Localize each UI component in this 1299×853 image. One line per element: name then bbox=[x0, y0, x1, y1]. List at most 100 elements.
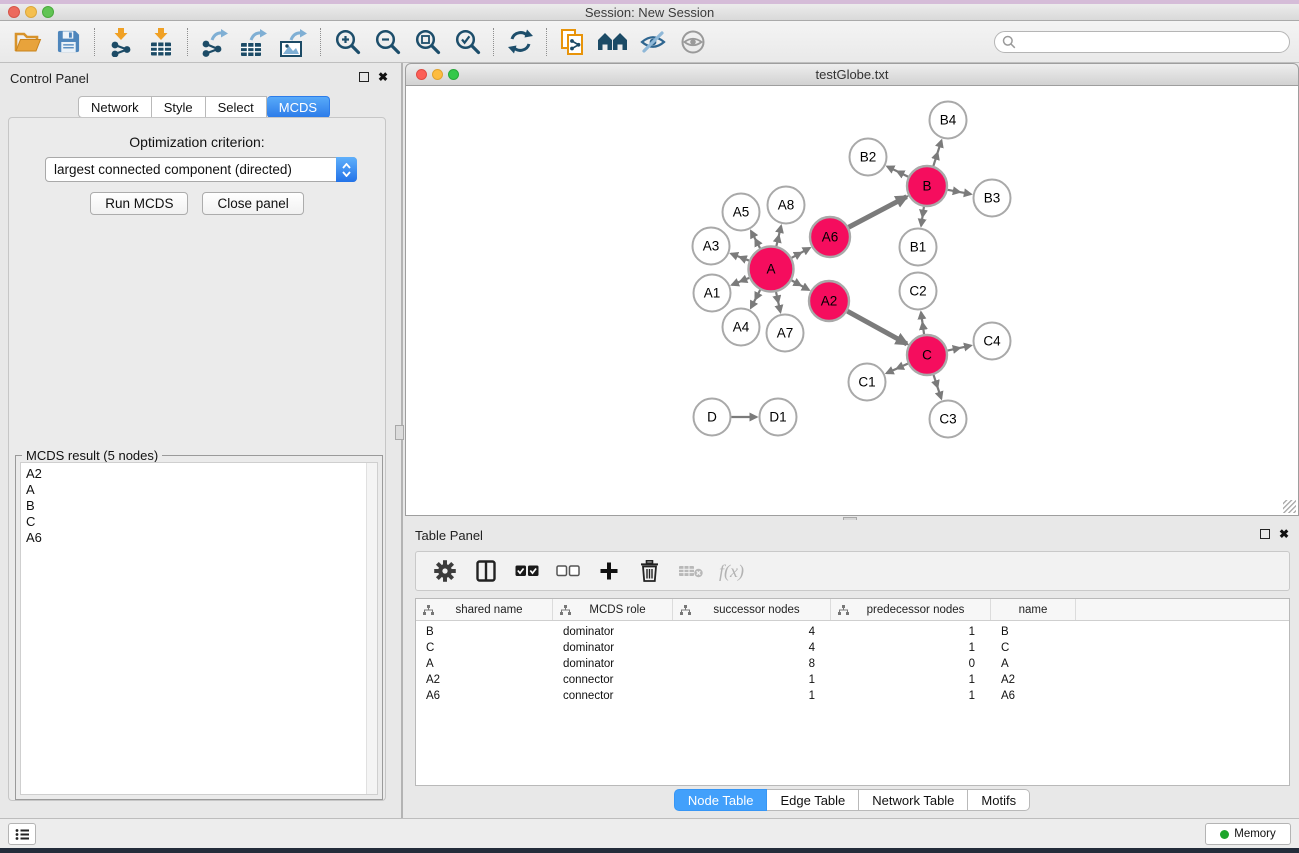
criterion-dropdown[interactable]: largest connected component (directed) bbox=[45, 157, 357, 182]
memory-button[interactable]: Memory bbox=[1205, 823, 1291, 845]
table-panel: Table Panel ✖ bbox=[405, 520, 1299, 818]
splitter-handle[interactable] bbox=[395, 425, 404, 440]
list-icon bbox=[15, 828, 30, 841]
search-box[interactable] bbox=[994, 31, 1290, 53]
import-network-button[interactable] bbox=[101, 24, 141, 60]
svg-text:B3: B3 bbox=[984, 191, 1001, 206]
export-network-button[interactable] bbox=[194, 24, 234, 60]
graph-node-C[interactable]: C bbox=[907, 335, 947, 375]
panel-splitter[interactable] bbox=[401, 63, 403, 818]
zoom-fit-button[interactable] bbox=[407, 24, 447, 60]
zoom-out-button[interactable] bbox=[367, 24, 407, 60]
svg-text:C4: C4 bbox=[983, 334, 1001, 349]
tab-network-table[interactable]: Network Table bbox=[859, 789, 968, 811]
graph-node-A2[interactable]: A2 bbox=[809, 281, 849, 321]
first-neighbors-button[interactable] bbox=[593, 24, 633, 60]
create-column-button[interactable] bbox=[590, 554, 627, 588]
zoom-in-button[interactable] bbox=[327, 24, 367, 60]
delete-table-icon bbox=[678, 564, 704, 578]
graph-node-C1[interactable]: C1 bbox=[849, 364, 886, 401]
table-row[interactable]: A2connector 11 A2 bbox=[416, 672, 1289, 688]
tab-edge-table[interactable]: Edge Table bbox=[767, 789, 859, 811]
show-panels-button[interactable] bbox=[8, 823, 36, 845]
import-table-button[interactable] bbox=[141, 24, 181, 60]
tab-style[interactable]: Style bbox=[152, 96, 206, 118]
graph-node-A3[interactable]: A3 bbox=[693, 228, 730, 265]
deselect-all-button[interactable] bbox=[549, 554, 586, 588]
delete-table-button[interactable] bbox=[672, 554, 709, 588]
mcds-result-box: MCDS result (5 nodes) A2 A B C A6 bbox=[15, 455, 383, 800]
result-item: A2 bbox=[26, 466, 377, 482]
show-all-button[interactable] bbox=[673, 24, 713, 60]
network-window-title: testGlobe.txt bbox=[406, 67, 1298, 82]
graph-node-A1[interactable]: A1 bbox=[694, 275, 731, 312]
control-panel-title: Control Panel bbox=[10, 71, 89, 86]
table-row[interactable]: A6connector 11 A6 bbox=[416, 688, 1289, 704]
node-table[interactable]: shared name MCDS role successor nodes pr… bbox=[415, 598, 1290, 786]
svg-text:A3: A3 bbox=[703, 239, 720, 254]
select-all-button[interactable] bbox=[508, 554, 545, 588]
new-network-from-selection-button[interactable] bbox=[553, 24, 593, 60]
zoom-out-icon bbox=[374, 28, 401, 55]
zoom-selected-button[interactable] bbox=[447, 24, 487, 60]
table-row[interactable]: Adominator 80 A bbox=[416, 656, 1289, 672]
graph-node-B1[interactable]: B1 bbox=[900, 229, 937, 266]
table-settings-button[interactable] bbox=[426, 554, 463, 588]
graph-node-D1[interactable]: D1 bbox=[760, 399, 797, 436]
graph-node-B[interactable]: B bbox=[907, 166, 947, 206]
graph-node-C3[interactable]: C3 bbox=[930, 401, 967, 438]
optimization-criterion-label: Optimization criterion: bbox=[9, 134, 385, 150]
tab-network[interactable]: Network bbox=[78, 96, 152, 118]
graph-node-A4[interactable]: A4 bbox=[723, 309, 760, 346]
save-session-button[interactable] bbox=[48, 24, 88, 60]
close-panel-icon[interactable]: ✖ bbox=[1279, 529, 1289, 539]
column-header-name[interactable]: name bbox=[991, 599, 1076, 620]
network-window-titlebar[interactable]: testGlobe.txt bbox=[405, 63, 1299, 86]
import-table-icon bbox=[148, 27, 174, 57]
search-input[interactable] bbox=[1016, 35, 1266, 49]
tab-motifs[interactable]: Motifs bbox=[968, 789, 1030, 811]
run-mcds-button[interactable]: Run MCDS bbox=[90, 192, 188, 215]
graph-node-B2[interactable]: B2 bbox=[850, 139, 887, 176]
graph-node-D[interactable]: D bbox=[694, 399, 731, 436]
result-scrollbar[interactable] bbox=[366, 463, 377, 794]
graph-node-B3[interactable]: B3 bbox=[974, 180, 1011, 217]
graph-node-A8[interactable]: A8 bbox=[768, 187, 805, 224]
tab-mcds[interactable]: MCDS bbox=[267, 96, 330, 118]
float-panel-icon[interactable] bbox=[359, 72, 369, 82]
export-table-button[interactable] bbox=[234, 24, 274, 60]
graph-node-C2[interactable]: C2 bbox=[900, 273, 937, 310]
table-row[interactable]: Cdominator 41 C bbox=[416, 640, 1289, 656]
mcds-result-title: MCDS result (5 nodes) bbox=[22, 448, 162, 463]
graph-node-A7[interactable]: A7 bbox=[767, 315, 804, 352]
memory-status-icon bbox=[1220, 830, 1229, 839]
mcds-result-list[interactable]: A2 A B C A6 bbox=[20, 462, 378, 795]
apply-layout-button[interactable] bbox=[500, 24, 540, 60]
close-panel-icon[interactable]: ✖ bbox=[378, 72, 388, 82]
hide-selected-button[interactable] bbox=[633, 24, 673, 60]
close-panel-button[interactable]: Close panel bbox=[202, 192, 303, 215]
svg-text:B2: B2 bbox=[860, 150, 877, 165]
graph-node-A[interactable]: A bbox=[749, 247, 794, 292]
table-row[interactable]: Bdominator 41 B bbox=[416, 624, 1289, 640]
resize-grip-icon[interactable] bbox=[1283, 500, 1296, 513]
column-header-successor-nodes[interactable]: successor nodes bbox=[673, 599, 831, 620]
network-canvas[interactable]: B4 B2 B B3 A8A5 A6 A3 B1 A C2 A1 A2 A4A7 C4 C C1 D D1 C3 bbox=[405, 86, 1299, 516]
column-header-predecessor-nodes[interactable]: predecessor nodes bbox=[831, 599, 991, 620]
delete-columns-button[interactable] bbox=[631, 554, 668, 588]
graph-node-C4[interactable]: C4 bbox=[974, 323, 1011, 360]
export-image-button[interactable] bbox=[274, 24, 314, 60]
tab-node-table[interactable]: Node Table bbox=[674, 789, 768, 811]
toolbar-separator bbox=[94, 28, 95, 56]
function-builder-button[interactable]: f(x) bbox=[713, 554, 750, 588]
result-item: C bbox=[26, 514, 377, 530]
float-panel-icon[interactable] bbox=[1260, 529, 1270, 539]
tab-select[interactable]: Select bbox=[206, 96, 267, 118]
graph-node-A6[interactable]: A6 bbox=[810, 217, 850, 257]
open-session-button[interactable] bbox=[8, 24, 48, 60]
graph-node-A5[interactable]: A5 bbox=[723, 194, 760, 231]
column-header-shared-name[interactable]: shared name bbox=[416, 599, 553, 620]
show-hide-columns-button[interactable] bbox=[467, 554, 504, 588]
graph-node-B4[interactable]: B4 bbox=[930, 102, 967, 139]
column-header-mcds-role[interactable]: MCDS role bbox=[553, 599, 673, 620]
